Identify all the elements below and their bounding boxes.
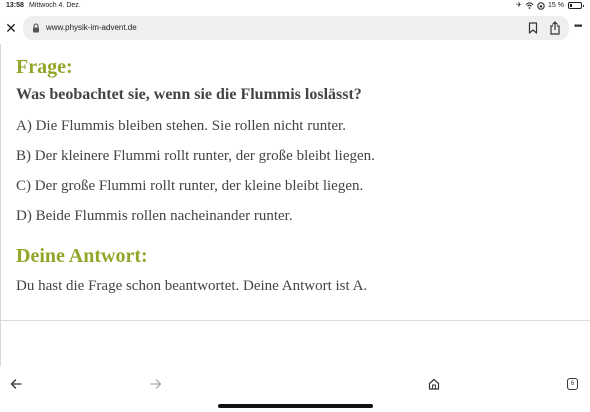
bookmark-icon[interactable] [528, 22, 538, 34]
forward-arrow-icon[interactable] [150, 378, 162, 390]
answer-text: Du hast die Frage schon beantwortet. Dei… [16, 278, 368, 294]
question-text: Was beobachtet sie, wenn sie die Flummis… [16, 86, 362, 103]
airplane-icon: ✈ [516, 2, 523, 9]
address-bar[interactable]: www.physik-im-advent.de [23, 16, 569, 40]
more-icon[interactable]: ••• [574, 22, 582, 32]
close-icon[interactable]: ✕ [4, 21, 18, 35]
option-a: A) Die Flummis bleiben stehen. Sie rolle… [16, 118, 346, 134]
home-icon[interactable] [428, 378, 440, 390]
tabs-icon[interactable]: 6 [567, 378, 578, 390]
option-b: B) Der kleinere Flummi rollt runter, der… [16, 148, 375, 164]
option-c: C) Der große Flummi rollt runter, der kl… [16, 178, 364, 194]
share-icon[interactable] [549, 21, 561, 35]
url-text[interactable]: www.physik-im-advent.de [46, 23, 137, 32]
divider [1, 320, 590, 321]
page-content: Frage: Was beobachtet sie, wenn sie die … [0, 44, 590, 366]
back-arrow-icon[interactable] [10, 378, 22, 390]
home-indicator[interactable] [218, 404, 373, 408]
question-heading: Frage: [16, 56, 73, 78]
battery-percent: 15 % [548, 2, 564, 9]
status-time: 13:58 [6, 2, 24, 9]
answer-heading: Deine Antwort: [16, 245, 148, 267]
option-d: D) Beide Flummis rollen nacheinander run… [16, 208, 293, 224]
lock-icon [33, 23, 39, 33]
bottom-toolbar: 6 [0, 366, 590, 412]
orientation-lock-icon [537, 1, 545, 10]
battery-icon [568, 2, 584, 9]
browser-toolbar: ✕ www.physik-im-advent.de ••• [0, 12, 590, 44]
status-date: Mittwoch 4. Dez. [29, 2, 81, 9]
status-bar: 13:58 Mittwoch 4. Dez. ✈ 15 % [0, 0, 590, 12]
status-indicators: ✈ 15 % [516, 1, 584, 10]
wifi-icon [525, 2, 534, 9]
